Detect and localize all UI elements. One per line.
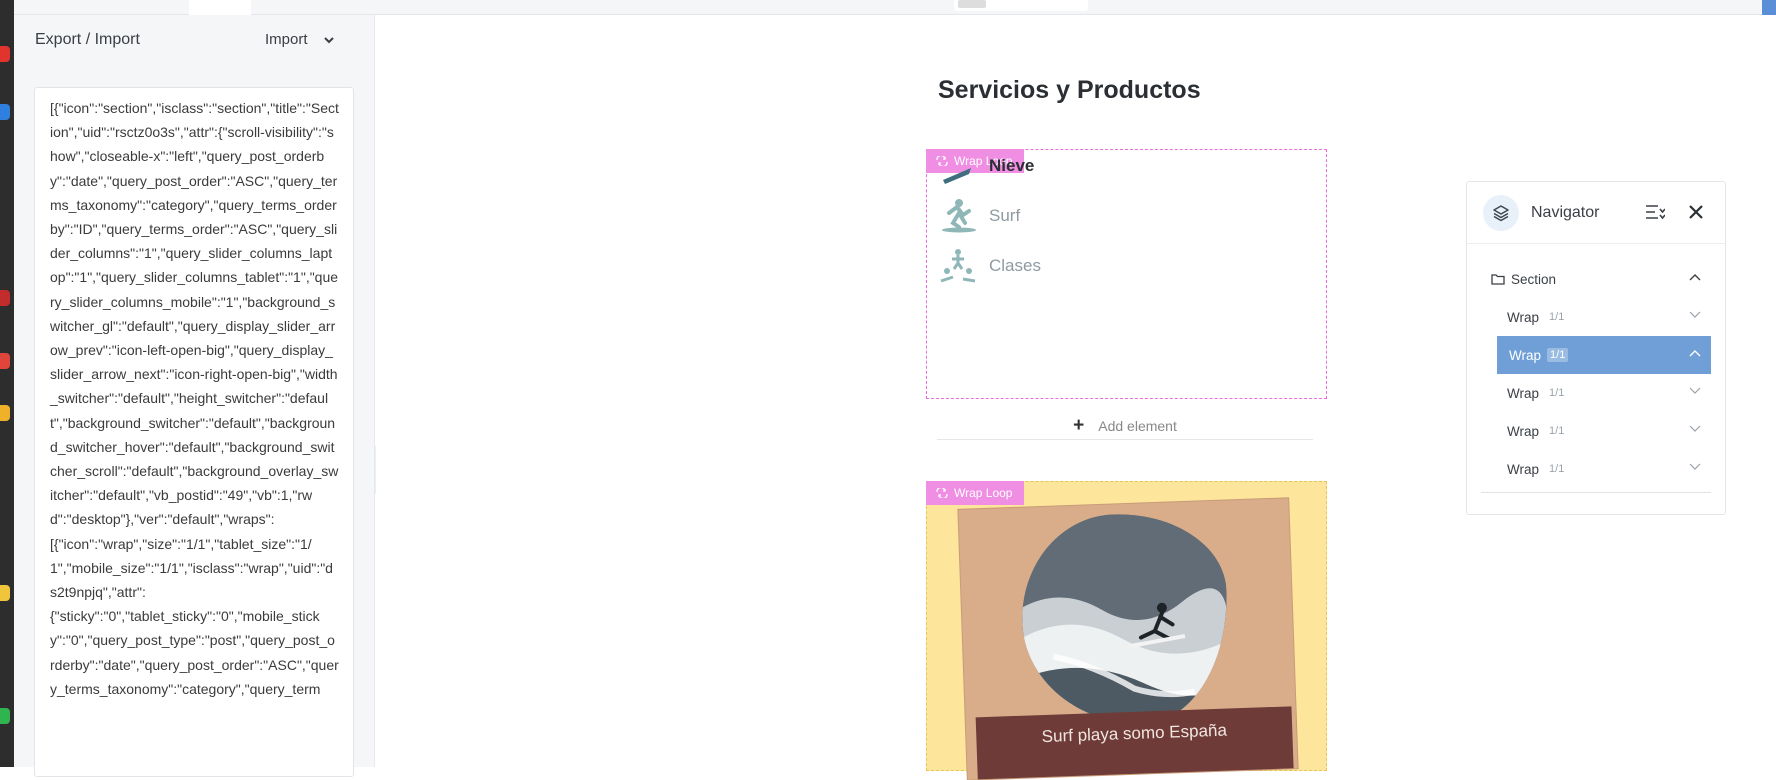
os-dock: [0, 0, 14, 767]
chevron-down-icon[interactable]: [1689, 463, 1701, 471]
layers-icon: [1483, 195, 1519, 231]
photo-card[interactable]: Surf playa somo España: [958, 498, 1297, 779]
loop-icon: [936, 488, 948, 498]
tree-section[interactable]: Section: [1481, 260, 1711, 298]
add-element-button[interactable]: + Add element: [937, 412, 1313, 440]
dock-app-icon[interactable]: [0, 585, 10, 601]
dock-app-icon[interactable]: [0, 405, 10, 421]
wrap-loop-1[interactable]: Wrap Loop Nieve Surf Clases: [926, 149, 1327, 399]
tree-row-size: 1/1: [1549, 425, 1564, 437]
navigator-header: Navigator: [1467, 182, 1725, 244]
tree-row-label: Wrap: [1507, 462, 1539, 477]
export-import-panel: Export / Import Import [{"icon":"section…: [14, 15, 375, 767]
url-bar[interactable]: [954, 0, 1088, 11]
active-tab[interactable]: [189, 0, 251, 15]
add-element-label: Add element: [1098, 418, 1177, 434]
chevron-down-icon[interactable]: [1689, 387, 1701, 395]
tree-row-wrap[interactable]: Wrap 1/1: [1481, 450, 1711, 488]
wrap-loop-badge[interactable]: Wrap Loop: [926, 481, 1024, 505]
toolbar-accent: [1762, 0, 1776, 15]
browser-topbar: [14, 0, 1776, 15]
item-label: Nieve: [989, 156, 1034, 176]
chevron-down-icon[interactable]: [1689, 425, 1701, 433]
tree-row-wrap[interactable]: Wrap 1/1: [1481, 374, 1711, 412]
tree-row-label: Wrap: [1507, 310, 1539, 325]
tree-row-wrap[interactable]: Wrap 1/1: [1481, 298, 1711, 336]
import-code[interactable]: [{"icon":"section","isclass":"section","…: [50, 96, 339, 701]
navigator-tree: Section Wrap 1/1 Wrap 1/1 Wrap 1/1 Wrap …: [1481, 260, 1711, 493]
import-textarea[interactable]: [{"icon":"section","isclass":"section","…: [34, 87, 354, 777]
chevron-up-icon[interactable]: [1689, 273, 1701, 281]
tree-row-label: Wrap: [1507, 386, 1539, 401]
plus-icon: +: [1073, 415, 1084, 437]
mode-select[interactable]: Import: [265, 31, 308, 48]
dock-app-icon[interactable]: [0, 290, 10, 306]
dock-app-icon[interactable]: [0, 708, 10, 724]
tree-row-label: Wrap: [1509, 348, 1541, 363]
dock-app-icon[interactable]: [0, 104, 10, 120]
chevron-down-icon[interactable]: [1689, 311, 1701, 319]
page-title: Servicios y Productos: [938, 76, 1201, 105]
snowboard-icon: [939, 152, 977, 186]
tree-row-size: 1/1: [1549, 463, 1564, 475]
list-item[interactable]: Surf: [939, 197, 1020, 235]
panel-title: Export / Import: [35, 31, 140, 49]
surf-photo: [1019, 511, 1231, 728]
tree-row-size: 1/1: [1549, 311, 1564, 323]
tree-row-wrap-selected[interactable]: Wrap 1/1: [1497, 336, 1711, 374]
chevron-up-icon[interactable]: [1689, 349, 1701, 357]
tree-divider: [1481, 492, 1711, 493]
surf-class-icon: [939, 247, 977, 285]
close-icon[interactable]: [1687, 203, 1705, 221]
dock-app-icon[interactable]: [0, 353, 10, 369]
tree-row-label: Wrap: [1507, 424, 1539, 439]
chevron-down-icon[interactable]: [323, 34, 335, 46]
card-caption: Surf playa somo España: [976, 706, 1294, 779]
item-label: Surf: [989, 206, 1020, 226]
collapse-all-icon[interactable]: [1645, 203, 1665, 221]
surfer-icon: [939, 197, 977, 235]
tree-section-label: Section: [1511, 272, 1556, 287]
wrap-loop-label: Wrap Loop: [954, 481, 1012, 505]
tree-row-wrap[interactable]: Wrap 1/1: [1481, 412, 1711, 450]
navigator-title: Navigator: [1531, 204, 1599, 222]
wrap-loop-2[interactable]: Surf playa somo España Wrap Loop: [926, 481, 1327, 771]
folder-icon: [1491, 273, 1505, 285]
navigator-panel: Navigator Section Wrap 1/1 Wrap 1/1 Wrap…: [1466, 181, 1726, 515]
item-label: Clases: [989, 256, 1041, 276]
tree-row-size: 1/1: [1547, 348, 1568, 362]
list-item[interactable]: Nieve: [939, 152, 1034, 186]
list-item[interactable]: Clases: [939, 247, 1041, 285]
tree-row-size: 1/1: [1549, 387, 1564, 399]
dock-app-icon[interactable]: [0, 46, 10, 62]
